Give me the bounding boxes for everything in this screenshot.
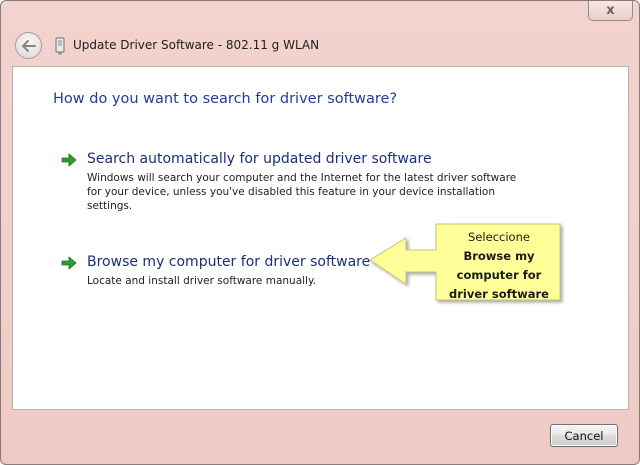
dialog-footer: Cancel (1, 409, 639, 464)
window-title: Update Driver Software - 802.11 g WLAN (73, 38, 320, 52)
content-panel: How do you want to search for driver sof… (12, 66, 629, 410)
page-heading: How do you want to search for driver sof… (53, 91, 398, 107)
callout-line: Browse my (463, 249, 535, 263)
close-button[interactable]: x (588, 1, 633, 21)
green-arrow-icon (61, 153, 77, 167)
dialog-window: x Update Driver Software - 802.11 g WLAN… (0, 0, 640, 465)
title-bar: Update Driver Software - 802.11 g WLAN (1, 29, 639, 65)
callout-line: Seleccione (468, 230, 530, 244)
option-search-automatically[interactable]: Search automatically for updated driver … (61, 151, 531, 217)
callout-line: computer for (456, 268, 542, 282)
callout-line: driver software (449, 287, 549, 301)
instruction-callout: Seleccione Browse my computer for driver… (368, 220, 568, 310)
option-title: Browse my computer for driver software (87, 254, 371, 270)
green-arrow-icon (61, 256, 77, 270)
back-arrow-icon (21, 39, 36, 52)
back-button[interactable] (15, 32, 42, 59)
cancel-button[interactable]: Cancel (550, 424, 618, 447)
option-description: Windows will search your computer and th… (87, 172, 517, 212)
close-icon: x (606, 3, 615, 18)
callout-text: Seleccione Browse my computer for driver… (441, 228, 557, 304)
network-adapter-icon (55, 37, 65, 55)
option-title: Search automatically for updated driver … (87, 151, 432, 167)
